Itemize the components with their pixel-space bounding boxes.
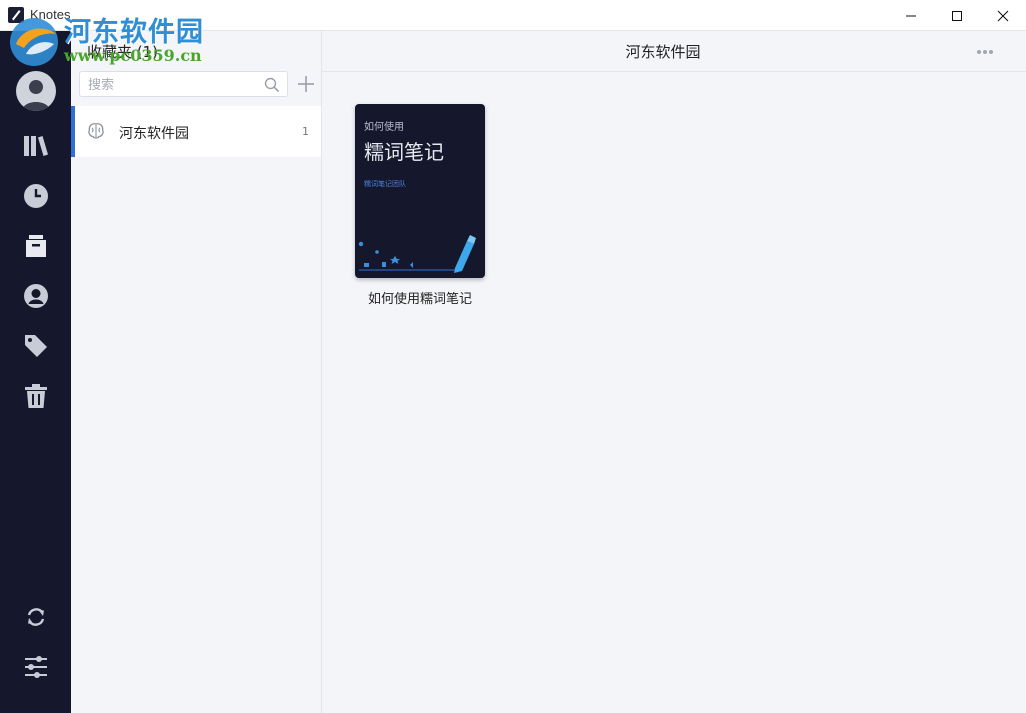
search-input[interactable] xyxy=(86,74,260,96)
sidebar-item-contacts[interactable] xyxy=(0,274,71,318)
sliders-icon xyxy=(24,656,47,678)
archive-box-icon xyxy=(25,235,46,257)
more-dots-icon xyxy=(977,50,993,54)
list-item-count: 1 xyxy=(302,125,309,138)
main-header: 河东软件园 xyxy=(322,31,1026,72)
user-silhouette-icon xyxy=(22,80,50,111)
note-cover-title: 糯词笔记 xyxy=(364,140,444,164)
brain-icon xyxy=(88,123,104,139)
left-navigation-rail xyxy=(0,31,71,713)
sync-icon xyxy=(27,608,44,626)
tag-icon xyxy=(24,335,47,357)
note-card[interactable]: 如何使用 糯词笔记 糯词笔记团队 xyxy=(355,104,485,278)
clock-icon xyxy=(23,184,48,208)
settings-button[interactable] xyxy=(0,645,71,689)
add-button[interactable] xyxy=(295,73,317,95)
search-box xyxy=(79,71,288,97)
maximize-icon xyxy=(952,10,962,21)
avatar[interactable] xyxy=(16,71,56,111)
close-button[interactable] xyxy=(980,0,1026,31)
library-icon xyxy=(23,136,48,156)
note-cover-subtitle: 如何使用 xyxy=(364,122,404,133)
maximize-button[interactable] xyxy=(934,0,980,31)
sidebar-item-recent[interactable] xyxy=(0,174,71,218)
minimize-icon xyxy=(906,15,916,16)
search-icon[interactable] xyxy=(264,77,280,93)
sidebar-item-trash[interactable] xyxy=(0,374,71,418)
note-title[interactable]: 如何使用糯词笔记 xyxy=(342,288,498,307)
trash-icon xyxy=(24,384,47,408)
main-content: 河东软件园 如何使用 糯词笔记 糯词笔记团队 如何使用糯词笔记 xyxy=(322,31,1026,713)
sync-button[interactable] xyxy=(0,595,71,639)
user-circle-icon xyxy=(23,284,48,308)
minimize-button[interactable] xyxy=(888,0,934,31)
sidebar-item-library[interactable] xyxy=(0,124,71,168)
cover-illustration xyxy=(358,235,476,273)
watermark-logo-icon xyxy=(10,18,58,66)
list-item[interactable]: 河东软件园 1 xyxy=(71,106,321,157)
watermark-url: www.pc0359.cn xyxy=(64,46,202,65)
close-icon xyxy=(997,10,1009,21)
watermark-title: 河东软件园 xyxy=(64,17,204,48)
page-title: 河东软件园 xyxy=(625,43,701,61)
note-cover-team: 糯词笔记团队 xyxy=(364,180,406,188)
sidebar-item-tags[interactable] xyxy=(0,324,71,368)
sidebar-item-favorites[interactable] xyxy=(0,224,71,268)
favorites-list-panel: 收藏夹 (1) 河东软件园 1 xyxy=(71,31,322,713)
plus-icon xyxy=(298,76,314,92)
list-item-label: 河东软件园 xyxy=(119,126,189,142)
more-options-button[interactable] xyxy=(972,43,998,61)
